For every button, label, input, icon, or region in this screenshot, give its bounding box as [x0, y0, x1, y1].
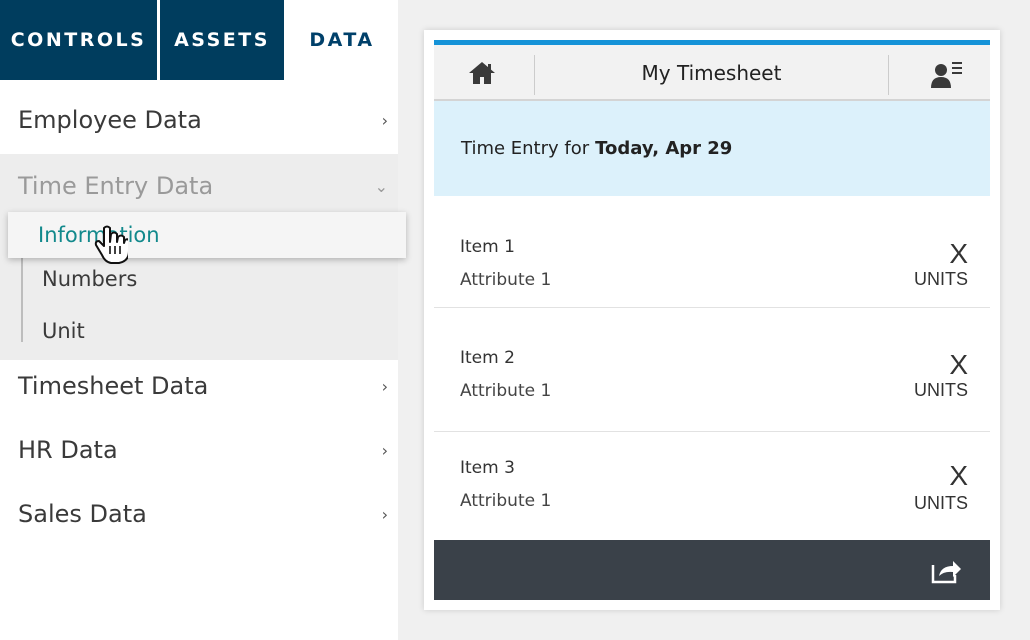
tab-assets[interactable]: ASSETS [160, 0, 284, 80]
nav-item-label: Employee Data [18, 106, 202, 134]
tab-controls[interactable]: CONTROLS [0, 0, 157, 80]
item-attribute: Attribute 1 [460, 491, 552, 511]
sub-item-numbers[interactable]: Numbers [42, 267, 137, 291]
item-value: X [949, 238, 968, 269]
item-unit: UNITS [914, 493, 968, 513]
list-item[interactable]: Item 2 Attribute 1 X UNITS [434, 320, 990, 432]
left-panel: CONTROLS ASSETS DATA Employee Data › Tim… [0, 0, 406, 640]
nav-item-sales-data[interactable]: Sales Data › [0, 482, 398, 546]
list-item[interactable]: Item 3 Attribute 1 X UNITS [434, 432, 990, 544]
item-attribute: Attribute 1 [460, 381, 552, 401]
sub-item-information[interactable]: Information [8, 212, 406, 258]
nav-item-timesheet-data[interactable]: Timesheet Data › [0, 354, 398, 418]
tab-data[interactable]: DATA [286, 0, 398, 80]
home-icon[interactable] [468, 59, 496, 87]
chevron-right-icon: › [381, 504, 388, 524]
item-unit: UNITS [914, 380, 968, 400]
nav-item-label: Time Entry Data [18, 172, 214, 200]
app-header: My Timesheet [434, 45, 990, 101]
item-name: Item 2 [460, 348, 515, 368]
sub-item-unit[interactable]: Unit [42, 319, 85, 343]
item-unit: UNITS [914, 269, 968, 289]
nav-item-time-entry-data[interactable]: Time Entry Data ⌄ [0, 154, 398, 218]
share-icon[interactable] [930, 556, 962, 584]
tab-bar: CONTROLS ASSETS DATA [0, 0, 398, 80]
item-name: Item 3 [460, 458, 515, 478]
person-menu-icon[interactable] [930, 59, 964, 89]
chevron-right-icon: › [381, 440, 388, 460]
nav-item-label: HR Data [18, 436, 118, 464]
banner-date: Today, Apr 29 [595, 138, 733, 159]
nav-item-label: Sales Data [18, 500, 147, 528]
hand-cursor-icon [94, 225, 128, 264]
banner-prefix: Time Entry for [461, 138, 590, 159]
chevron-down-icon: ⌄ [374, 176, 388, 196]
item-attribute: Attribute 1 [460, 270, 552, 290]
chevron-right-icon: › [381, 376, 388, 396]
list-item[interactable]: Item 1 Attribute 1 X UNITS [434, 196, 990, 308]
date-banner: Time Entry for Today, Apr 29 [434, 101, 990, 196]
chevron-right-icon: › [381, 110, 388, 130]
app-title: My Timesheet [641, 61, 782, 85]
item-value: X [949, 349, 968, 380]
item-value: X [949, 460, 968, 491]
timesheet-mockup: My Timesheet Time Entry for Today, Apr 2… [424, 30, 1000, 610]
nav-item-hr-data[interactable]: HR Data › [0, 418, 398, 482]
item-name: Item 1 [460, 237, 515, 257]
app-footer [434, 540, 990, 600]
nav-item-label: Timesheet Data [18, 372, 209, 400]
nav-item-employee-data[interactable]: Employee Data › [0, 88, 398, 152]
header-divider [888, 55, 889, 95]
